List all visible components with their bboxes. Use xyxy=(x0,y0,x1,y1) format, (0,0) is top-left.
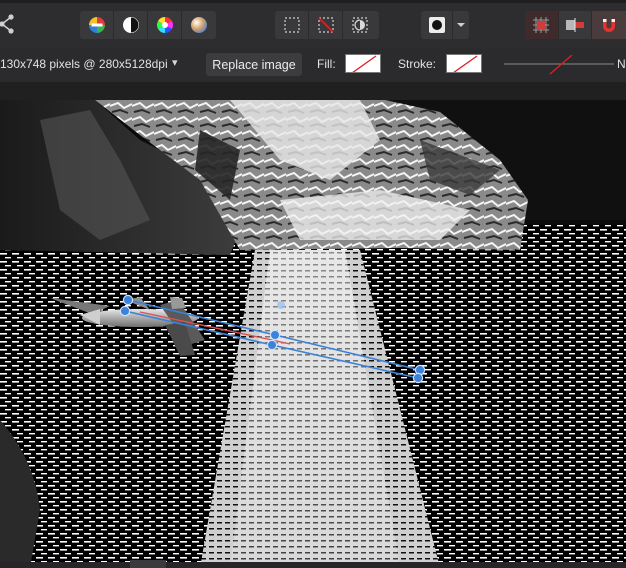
snapping-group xyxy=(525,11,626,39)
stroke-swatch[interactable] xyxy=(446,54,482,73)
main-toolbar xyxy=(0,0,626,49)
truncated-label: N xyxy=(617,57,626,71)
invert-selection-icon[interactable] xyxy=(343,11,377,39)
contrast-icon[interactable] xyxy=(114,11,148,39)
fill-swatch[interactable] xyxy=(345,54,381,73)
document-canvas[interactable] xyxy=(0,100,626,568)
adjustments-group xyxy=(80,11,216,39)
canvas-image xyxy=(0,100,626,568)
marquee-selection-icon[interactable] xyxy=(275,11,309,39)
stroke-width-slider[interactable] xyxy=(504,55,614,75)
fill-label: Fill: xyxy=(317,57,336,71)
deselect-icon[interactable] xyxy=(309,11,343,39)
stroke-label: Stroke: xyxy=(398,57,437,71)
panel-divider xyxy=(0,82,626,100)
image-dimensions-label: 130x748 pixels @ 280x5128dpi xyxy=(0,57,168,71)
mask-dropdown-arrow[interactable] xyxy=(453,11,469,39)
align-icon[interactable] xyxy=(559,11,593,39)
gradient-icon[interactable] xyxy=(182,11,216,39)
selection-group xyxy=(275,11,379,39)
magnet-icon[interactable] xyxy=(592,11,626,39)
grid-snap-icon[interactable] xyxy=(525,11,559,39)
color-wheel-icon[interactable] xyxy=(80,11,114,39)
share-icon[interactable] xyxy=(0,12,16,36)
context-toolbar: 130x748 pixels @ 280x5128dpi ▾ Replace i… xyxy=(0,48,626,83)
dimensions-dropdown-arrow[interactable]: ▾ xyxy=(172,56,178,69)
replace-image-button[interactable]: Replace image xyxy=(206,53,302,76)
mask-icon[interactable] xyxy=(421,11,453,39)
toolbar-top-edge xyxy=(0,0,626,3)
hue-wheel-icon[interactable] xyxy=(148,11,182,39)
mask-group xyxy=(421,11,469,39)
